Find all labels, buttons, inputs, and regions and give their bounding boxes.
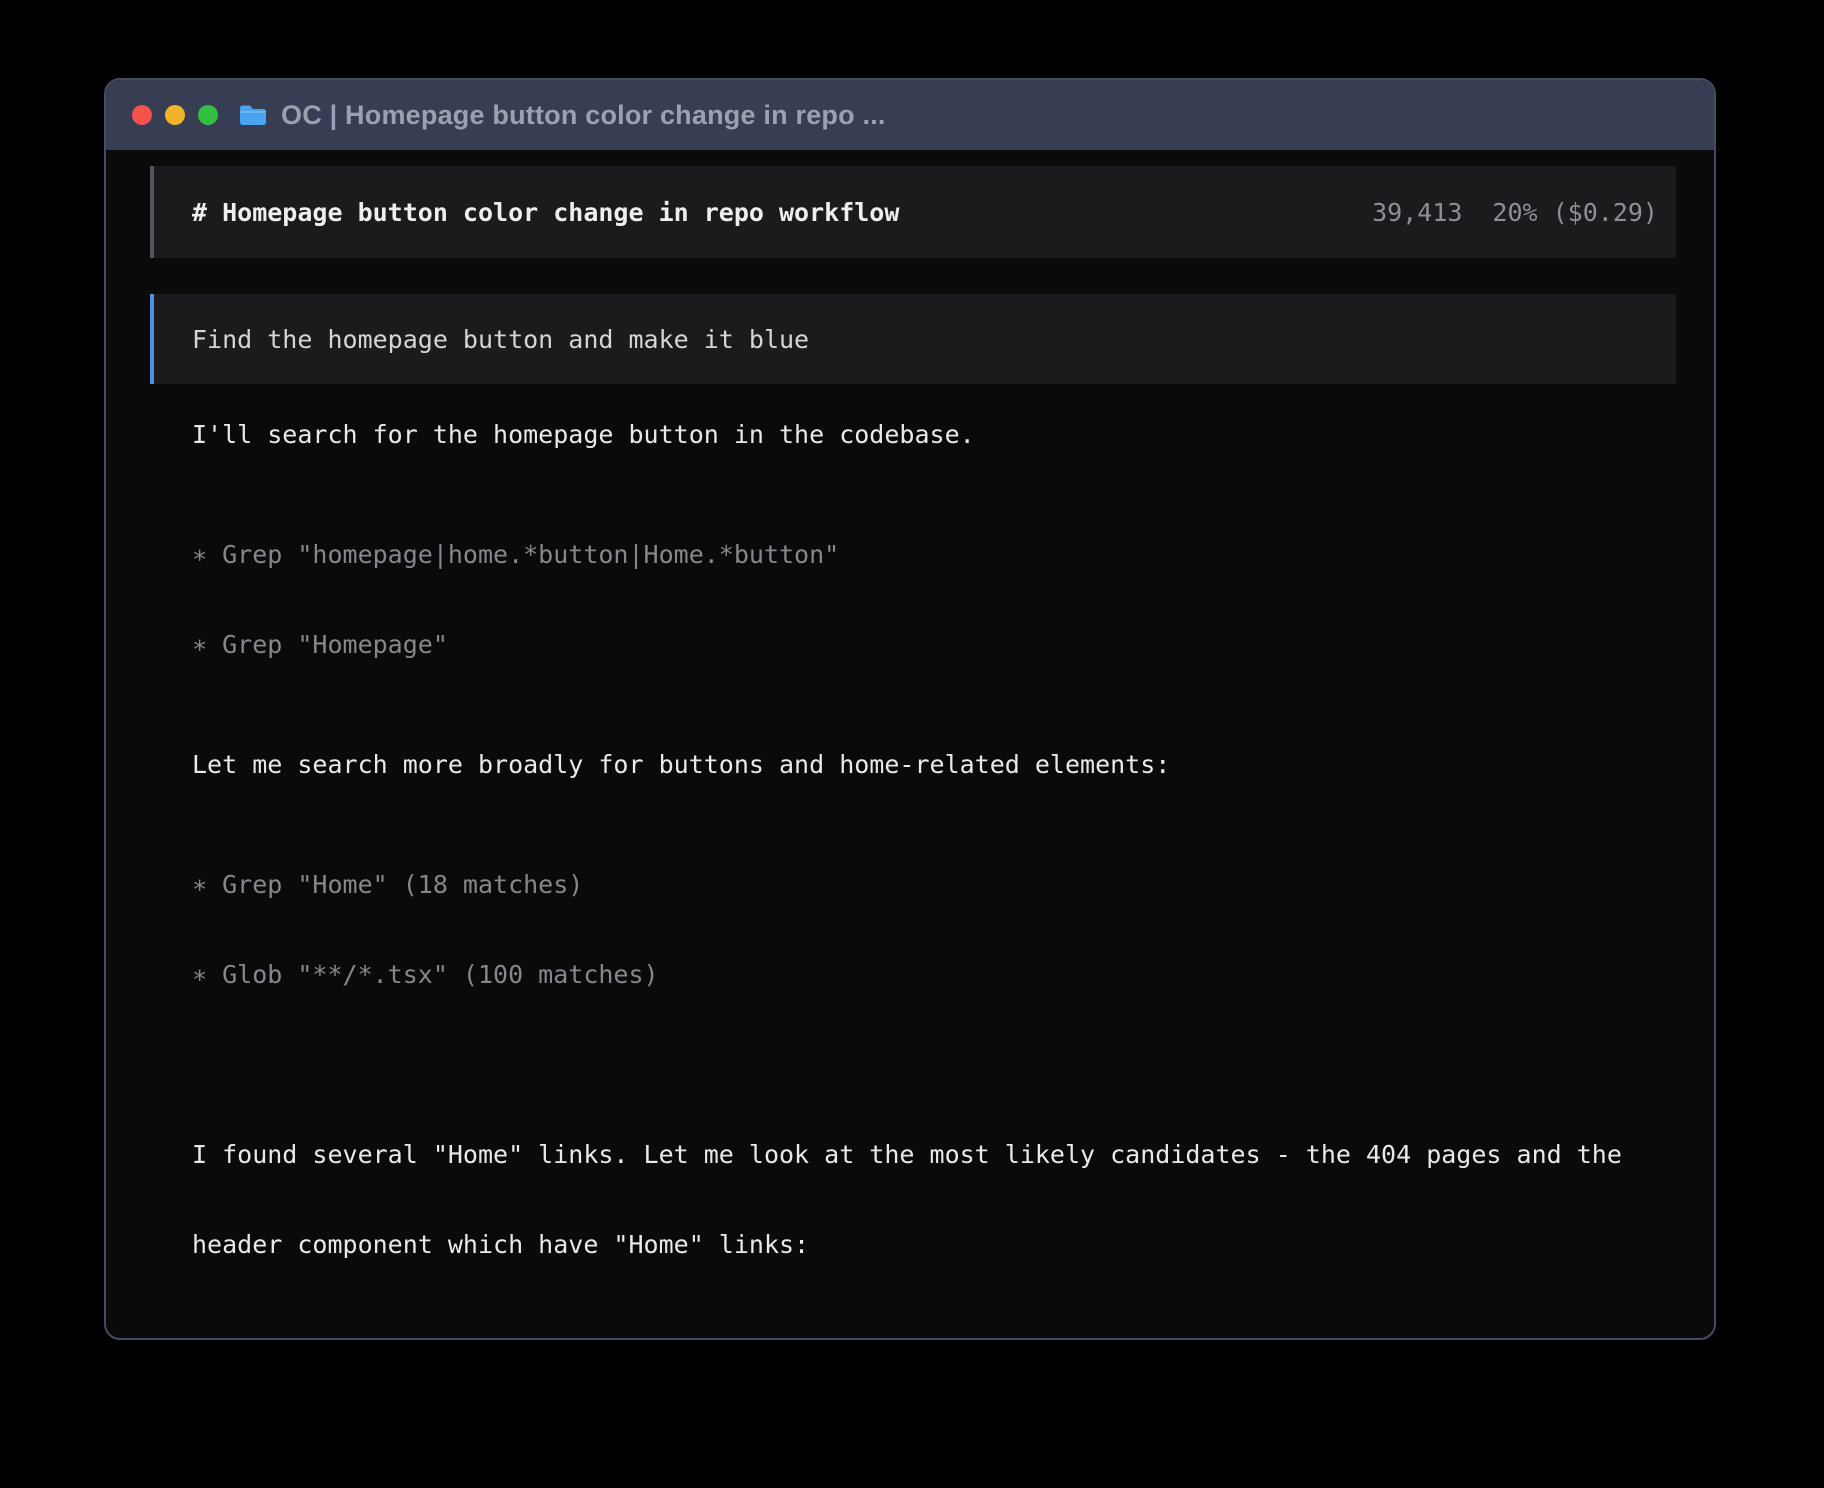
close-button[interactable] — [132, 105, 152, 125]
session-title: # Homepage button color change in repo w… — [192, 198, 899, 227]
tool-call-group: ∗ Grep "Home" (18 matches) ∗ Glob "**/*.… — [192, 810, 1676, 1050]
assistant-text-line: header component which have "Home" links… — [192, 1230, 1676, 1260]
user-message: Find the homepage button and make it blu… — [150, 294, 1676, 384]
maximize-button[interactable] — [198, 105, 218, 125]
traffic-lights — [132, 105, 218, 125]
assistant-text-line: I found several "Home" links. Let me loo… — [192, 1140, 1676, 1170]
window-title: OC | Homepage button color change in rep… — [281, 100, 886, 131]
tool-call: ∗ Grep "Homepage" — [192, 630, 1676, 660]
window-titlebar[interactable]: OC | Homepage button color change in rep… — [106, 80, 1714, 150]
session-stats: 39,413 20% ($0.29) — [1372, 198, 1658, 227]
tool-call: ∗ Glob "**/*.tsx" (100 matches) — [192, 960, 1676, 990]
assistant-text: I found several "Home" links. Let me loo… — [192, 1080, 1676, 1320]
tool-call: ∗ Grep "Home" (18 matches) — [192, 870, 1676, 900]
assistant-text: Let me search more broadly for buttons a… — [192, 750, 1676, 780]
folder-icon — [238, 103, 268, 127]
session-header: # Homepage button color change in repo w… — [150, 166, 1676, 258]
terminal-window: OC | Homepage button color change in rep… — [104, 78, 1716, 1340]
window-title-group: OC | Homepage button color change in rep… — [238, 100, 886, 131]
tool-call-group: ∗ Grep "homepage|home.*button|Home.*butt… — [192, 480, 1676, 720]
terminal-content: # Homepage button color change in repo w… — [106, 150, 1714, 1340]
minimize-button[interactable] — [165, 105, 185, 125]
user-message-text: Find the homepage button and make it blu… — [192, 325, 809, 354]
tool-call: ∗ Grep "homepage|home.*button|Home.*butt… — [192, 540, 1676, 570]
token-count: 39,413 — [1372, 198, 1462, 227]
assistant-response: I'll search for the homepage button in t… — [150, 420, 1676, 1340]
context-cost: 20% ($0.29) — [1492, 198, 1658, 227]
assistant-text: I'll search for the homepage button in t… — [192, 420, 1676, 450]
